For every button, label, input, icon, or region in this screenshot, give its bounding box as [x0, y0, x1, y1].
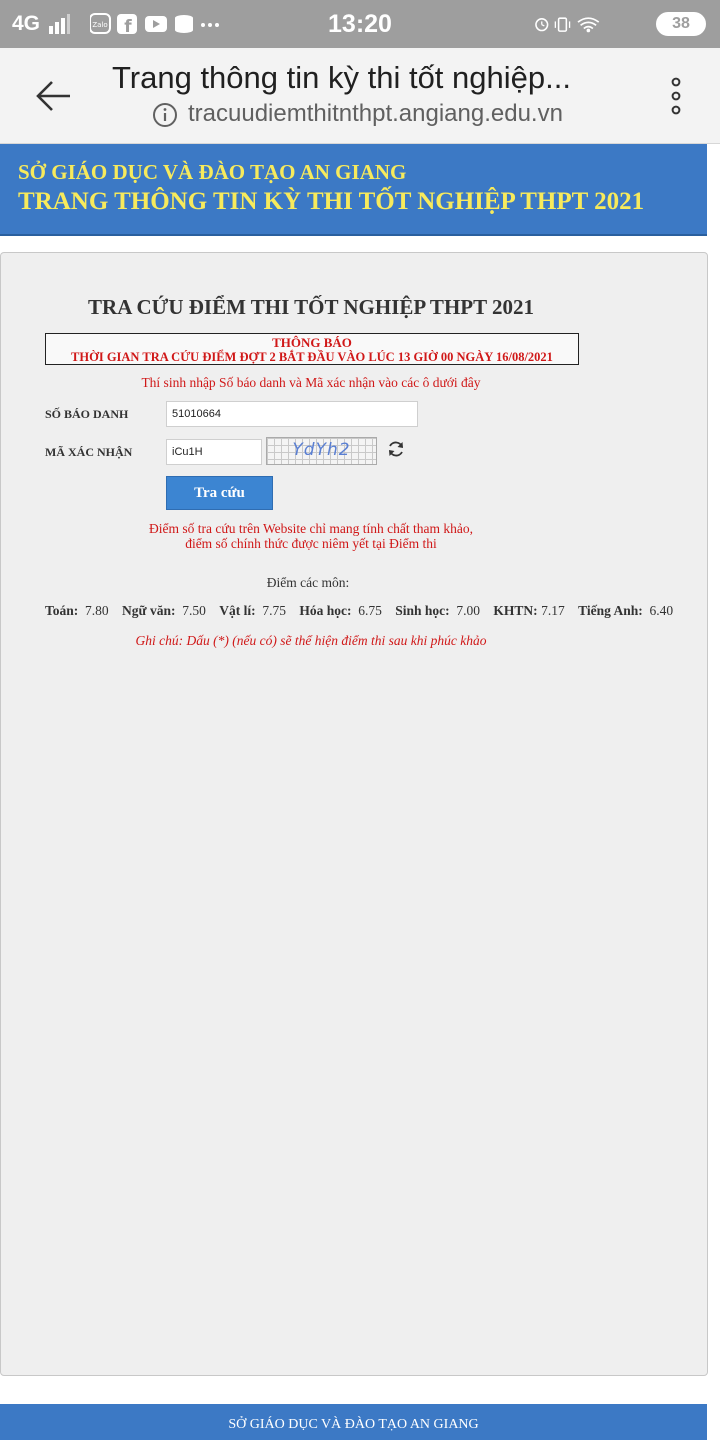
subject-name: Toán:: [45, 603, 79, 618]
candidate-number-label: SỐ BÁO DANH: [45, 407, 129, 421]
disclaimer-line-1: Điểm số tra cứu trên Website chỉ mang tí…: [149, 521, 473, 536]
site-header: SỞ GIÁO DỤC VÀ ĐÀO TẠO AN GIANG TRANG TH…: [0, 144, 707, 236]
score-item-chemistry: Hóa học: 6.75: [299, 603, 382, 618]
info-icon[interactable]: [152, 102, 178, 128]
site-footer: SỞ GIÁO DỤC VÀ ĐÀO TẠO AN GIANG: [0, 1404, 707, 1440]
alarm-icon: [535, 18, 549, 32]
battery-icon: 38: [656, 12, 706, 36]
subject-name: Vật lí:: [219, 603, 256, 618]
captcha-image: YdYh2: [266, 437, 377, 465]
subject-name: Ngữ văn:: [122, 603, 176, 618]
subject-name: Hóa học:: [299, 603, 352, 618]
scores-row: Toán: 7.80 Ngữ văn: 7.50 Vật lí: 7.75 Hó…: [45, 603, 683, 619]
overflow-menu-icon[interactable]: [662, 74, 690, 118]
subject-score: 7.80: [85, 603, 109, 618]
subject-score: 7.17: [541, 603, 565, 618]
subject-name: KHTN:: [493, 603, 538, 618]
score-item-natural-science: KHTN: 7.17: [493, 603, 564, 618]
wifi-icon: [577, 17, 600, 33]
status-bar: 4G Zalo f 13:20 38: [0, 0, 720, 48]
back-arrow-icon[interactable]: [34, 76, 74, 116]
captcha-text: YdYh2: [292, 440, 351, 460]
subject-name: Tiếng Anh:: [578, 603, 643, 618]
subject-score: 7.00: [456, 603, 481, 618]
score-item-literature: Ngữ văn: 7.50: [122, 603, 206, 618]
page-title: TRA CỨU ĐIỂM THI TỐT NGHIỆP THPT 2021: [88, 295, 534, 319]
notice-box: THÔNG BÁO THỜI GIAN TRA CỨU ĐIỂM ĐỢT 2 B…: [45, 333, 579, 365]
instruction-text: Thí sinh nhập Số báo danh và Mã xác nhận…: [141, 375, 481, 390]
verification-code-label: MÃ XÁC NHẬN: [45, 445, 133, 459]
candidate-number-input[interactable]: 51010664: [166, 401, 418, 427]
notice-text: THỜI GIAN TRA CỨU ĐIỂM ĐỢT 2 BẮT ĐẦU VÀO…: [71, 350, 553, 364]
verification-code-input[interactable]: iCu1H: [166, 439, 262, 465]
disclaimer-text: Điểm số tra cứu trên Website chỉ mang tí…: [1, 521, 621, 551]
score-item-english: Tiếng Anh: 6.40: [578, 603, 673, 618]
subject-score: 7.75: [262, 603, 287, 618]
subject-score: 6.75: [358, 603, 382, 618]
header-department: SỞ GIÁO DỤC VÀ ĐÀO TẠO AN GIANG: [18, 160, 407, 184]
refresh-captcha-icon[interactable]: [386, 439, 406, 459]
note-text: Ghi chú: Dấu (*) (nếu có) sẽ thể hiện đi…: [135, 633, 487, 648]
tab-title: Trang thông tin kỳ thi tốt nghiệp...: [112, 60, 571, 95]
header-site-title: TRANG THÔNG TIN KỲ THI TỐT NGHIỆP THPT 2…: [18, 188, 645, 215]
subject-name: Sinh học:: [395, 603, 450, 618]
score-item-physics: Vật lí: 7.75: [219, 603, 286, 618]
disclaimer-line-2: điểm số chính thức được niêm yết tại Điể…: [185, 536, 437, 551]
search-button[interactable]: Tra cứu: [166, 476, 273, 510]
score-item-math: Toán: 7.80: [45, 603, 109, 618]
vibrate-icon: [554, 17, 571, 32]
subject-score: 7.50: [182, 603, 206, 618]
browser-toolbar: Trang thông tin kỳ thi tốt nghiệp... tra…: [0, 48, 720, 144]
scores-heading: Điểm các môn:: [266, 575, 350, 590]
lookup-panel: TRA CỨU ĐIỂM THI TỐT NGHIỆP THPT 2021 TH…: [0, 252, 708, 1376]
url-text[interactable]: tracuudiemthitnthpt.angiang.edu.vn: [188, 100, 563, 128]
system-icons: [535, 17, 600, 33]
score-item-biology: Sinh học: 7.00: [395, 603, 480, 618]
subject-score: 6.40: [649, 603, 674, 618]
notice-title: THÔNG BÁO: [272, 335, 352, 350]
